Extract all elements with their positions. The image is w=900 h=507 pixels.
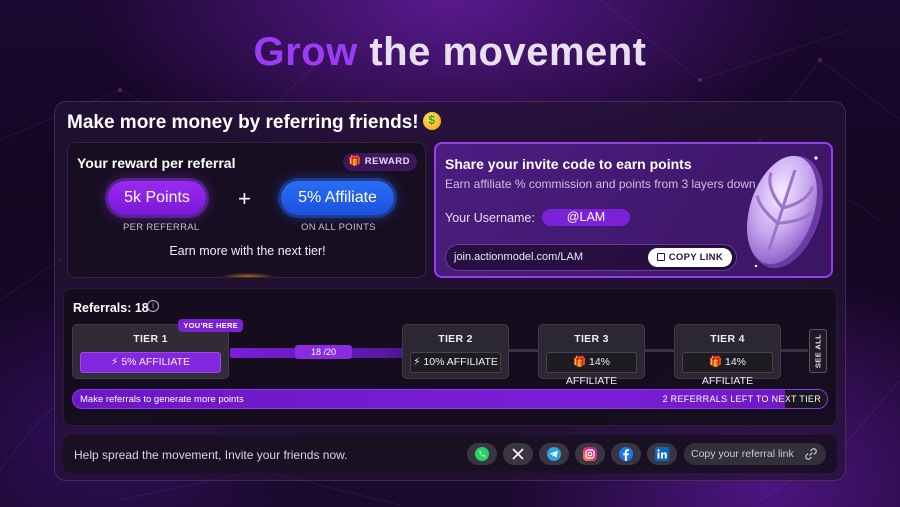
username-label: Your Username: — [445, 211, 535, 225]
instagram-icon — [583, 447, 597, 461]
earn-more-text: Earn more with the next tier! — [169, 244, 326, 258]
share-footer: Help spread the movement, Invite your fr… — [63, 435, 837, 473]
bolt-icon: ⚡ — [413, 356, 421, 368]
copy-link-button[interactable]: COPY LINK — [647, 248, 732, 267]
page-headline: Grow the movement — [0, 30, 900, 75]
you-are-here-badge: YOU'RE HERE — [178, 319, 243, 332]
progress-bar-left-text: Make referrals to generate more points — [80, 394, 244, 405]
share-card: Share your invite code to earn points Ea… — [434, 142, 833, 278]
facebook-button[interactable] — [611, 443, 641, 465]
telegram-button[interactable] — [539, 443, 569, 465]
referrals-panel: Referrals: 18 i 18 /20 YOU'RE HERE TIER … — [63, 288, 837, 426]
tier-card-2[interactable]: TIER 2 ⚡ 10% AFFILIATE — [402, 324, 509, 379]
gift-icon: 🎁 — [708, 356, 723, 368]
reward-badge: 🎁 REWARD — [342, 153, 417, 171]
share-subtitle: Earn affiliate % commission and points f… — [445, 177, 756, 191]
plus-sign: + — [238, 186, 251, 211]
tier-reward: 5% AFFILIATE — [121, 356, 190, 368]
tier-card-4[interactable]: TIER 4 🎁 14% AFFILIATE — [674, 324, 781, 387]
reward-badge-label: REWARD — [364, 156, 410, 167]
x-button[interactable] — [503, 443, 533, 465]
coin-illustration — [746, 155, 823, 269]
x-icon — [512, 448, 524, 460]
whatsapp-icon — [475, 447, 489, 461]
footer-text: Help spread the movement, Invite your fr… — [74, 448, 348, 462]
tier-name: TIER 3 — [574, 333, 609, 345]
headline-rest: the movement — [357, 30, 647, 74]
link-icon — [805, 448, 817, 460]
affiliate-sub-label: ON ALL POINTS — [301, 222, 376, 233]
reward-card: Your reward per referral 🎁 REWARD 5k Poin… — [67, 142, 426, 278]
progress-chip: 18 /20 — [295, 345, 352, 359]
share-title: Share your invite code to earn points — [445, 156, 692, 172]
referral-panel: Make more money by referring friends! Yo… — [54, 101, 846, 481]
progress-bar-right-text: 2 REFERRALS LEFT TO NEXT TIER — [662, 394, 821, 404]
linkedin-icon — [655, 447, 669, 461]
headline-accent: Grow — [253, 30, 358, 74]
facebook-icon — [619, 447, 633, 461]
referrals-count: Referrals: 18 — [73, 301, 149, 315]
tier-reward: 10% AFFILIATE — [423, 356, 498, 368]
copy-referral-label: Copy your referral link — [691, 448, 794, 460]
tier-name: TIER 1 — [133, 333, 168, 345]
linkedin-button[interactable] — [647, 443, 677, 465]
telegram-icon — [547, 447, 561, 461]
tier-reward-chip: 🎁 14% AFFILIATE — [682, 352, 773, 387]
tier-card-3[interactable]: TIER 3 🎁 14% AFFILIATE — [538, 324, 645, 387]
copy-link-label: COPY LINK — [668, 252, 723, 263]
see-all-button[interactable]: SEE ALL — [809, 329, 827, 373]
reward-title: Your reward per referral — [77, 155, 236, 171]
gift-icon: 🎁 — [348, 156, 362, 167]
points-sub-label: PER REFERRAL — [123, 222, 200, 233]
spark-glow — [208, 263, 288, 277]
tier-name: TIER 2 — [438, 333, 473, 345]
tier-name: TIER 4 — [710, 333, 745, 345]
bolt-icon: ⚡ — [111, 356, 119, 368]
panel-title: Make more money by referring friends! — [67, 112, 441, 134]
invite-link-field[interactable]: join.actionmodel.com/LAM COPY LINK — [445, 244, 737, 271]
instagram-button[interactable] — [575, 443, 605, 465]
points-pill: 5k Points — [108, 181, 206, 215]
invite-link-text: join.actionmodel.com/LAM — [454, 251, 584, 263]
info-icon[interactable]: i — [147, 300, 159, 312]
referral-progress-bar: Make referrals to generate more points 2… — [72, 389, 828, 409]
money-face-icon — [422, 112, 441, 130]
see-all-label: SEE ALL — [813, 333, 823, 369]
copy-referral-link-button[interactable]: Copy your referral link — [684, 443, 826, 465]
gift-icon: 🎁 — [572, 356, 587, 368]
tier-reward-chip: ⚡ 5% AFFILIATE — [80, 352, 221, 373]
tier-reward-chip: 🎁 14% AFFILIATE — [546, 352, 637, 387]
whatsapp-button[interactable] — [467, 443, 497, 465]
copy-icon — [656, 253, 665, 261]
tier-reward-chip: ⚡ 10% AFFILIATE — [410, 352, 501, 373]
tier-card-1[interactable]: YOU'RE HERE TIER 1 ⚡ 5% AFFILIATE — [72, 319, 243, 379]
panel-title-text: Make more money by referring friends! — [67, 112, 419, 133]
affiliate-pill: 5% Affiliate — [281, 181, 394, 215]
username-pill: @LAM — [542, 209, 630, 226]
